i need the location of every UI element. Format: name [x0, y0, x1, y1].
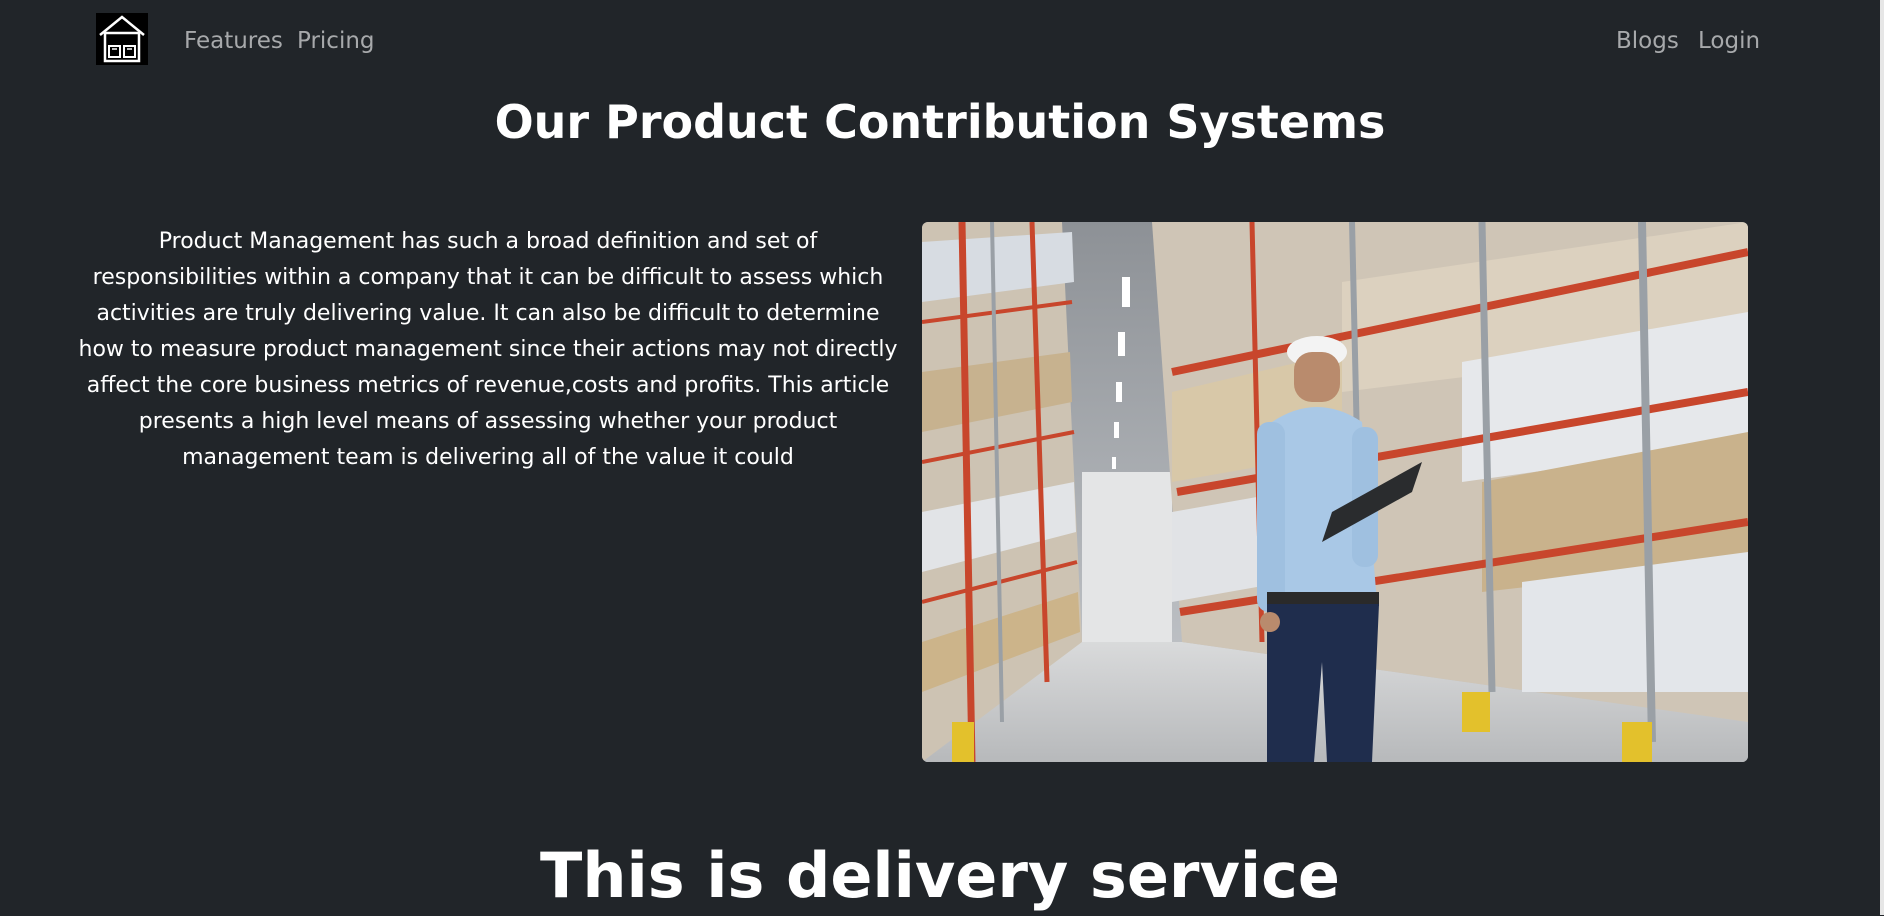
brand-logo[interactable]: [96, 13, 148, 65]
nav-link-blogs[interactable]: Blogs: [1616, 24, 1679, 58]
page-title: Our Product Contribution Systems: [494, 95, 1386, 149]
nav-link-features[interactable]: Features: [184, 24, 283, 58]
delivery-section-title: This is delivery service: [540, 839, 1340, 912]
nav-link-pricing[interactable]: Pricing: [297, 24, 375, 58]
warehouse-icon: [99, 15, 145, 63]
page-scrollbar[interactable]: [1880, 0, 1884, 915]
navbar: Features Pricing Blogs Login: [0, 0, 1880, 80]
warehouse-worker-image: [922, 222, 1748, 762]
nav-link-login[interactable]: Login: [1698, 24, 1760, 58]
intro-paragraph: Product Management has such a broad defi…: [78, 229, 898, 470]
